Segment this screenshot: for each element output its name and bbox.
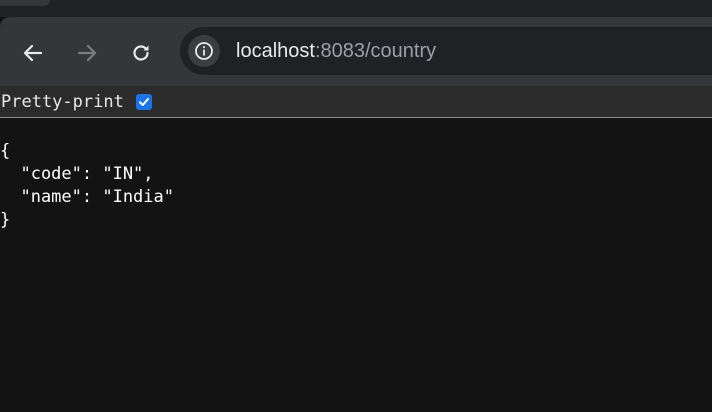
url-text[interactable]: localhost:8083/country (236, 40, 436, 62)
browser-toolbar: localhost:8083/country (0, 17, 712, 86)
pretty-print-checkbox[interactable] (136, 94, 152, 110)
back-button[interactable] (17, 37, 49, 69)
pretty-print-bar: Pretty-print (0, 86, 712, 118)
arrow-left-icon (23, 44, 43, 62)
json-line-name: "name": "India" (0, 187, 174, 207)
json-close-brace: } (0, 210, 11, 230)
tab[interactable] (0, 0, 50, 6)
json-content: { "code": "IN", "name": "India" } (0, 140, 174, 232)
reload-button[interactable] (125, 37, 157, 69)
url-host: localhost (236, 40, 315, 62)
pretty-print-label[interactable]: Pretty-print (1, 92, 124, 112)
tab-strip (0, 0, 712, 17)
forward-button[interactable] (71, 37, 103, 69)
address-bar[interactable]: localhost:8083/country (180, 27, 712, 75)
arrow-right-icon (77, 44, 97, 62)
json-line-code: "code": "IN", (0, 164, 154, 184)
url-path: :8083/country (314, 40, 437, 62)
checkmark-icon (139, 98, 149, 106)
json-open-brace: { (0, 141, 11, 161)
reload-icon (133, 45, 149, 61)
site-info-button[interactable] (188, 35, 220, 67)
info-icon (195, 42, 213, 60)
